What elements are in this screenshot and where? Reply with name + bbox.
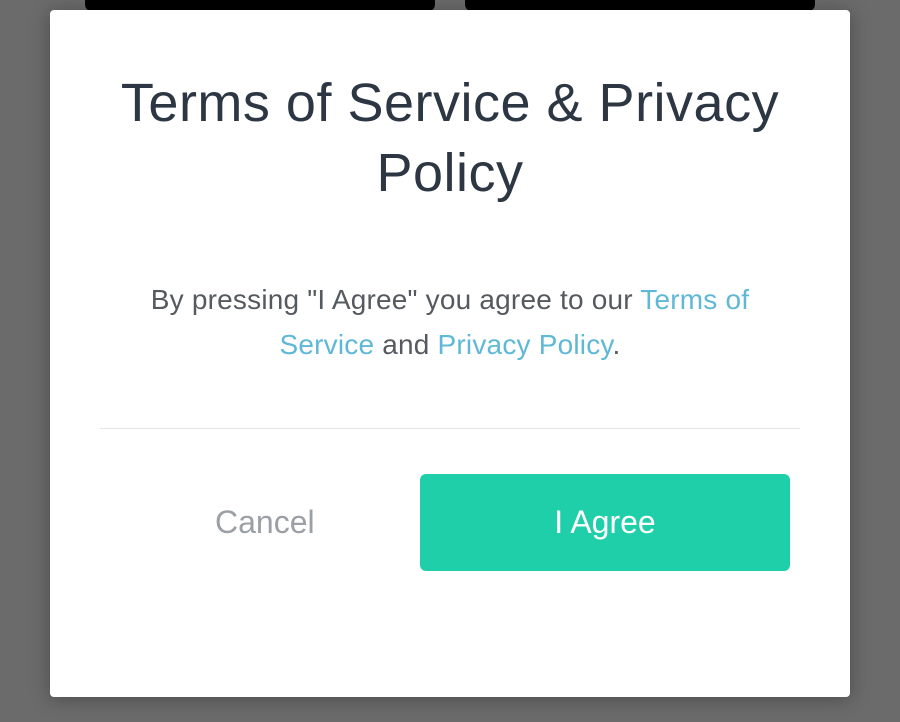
- terms-modal: Terms of Service & Privacy Policy By pre…: [50, 10, 850, 697]
- modal-body-text: By pressing "I Agree" you agree to our T…: [100, 278, 800, 368]
- privacy-policy-link[interactable]: Privacy Policy: [438, 329, 613, 360]
- modal-body-suffix: .: [613, 329, 621, 360]
- modal-footer: Cancel I Agree: [100, 474, 800, 571]
- agree-button[interactable]: I Agree: [420, 474, 790, 571]
- modal-title: Terms of Service & Privacy Policy: [100, 68, 800, 208]
- cancel-button[interactable]: Cancel: [215, 504, 315, 541]
- modal-divider: [100, 428, 800, 429]
- modal-body: By pressing "I Agree" you agree to our T…: [100, 278, 800, 368]
- modal-body-connector: and: [374, 329, 437, 360]
- modal-body-prefix: By pressing "I Agree" you agree to our: [151, 284, 640, 315]
